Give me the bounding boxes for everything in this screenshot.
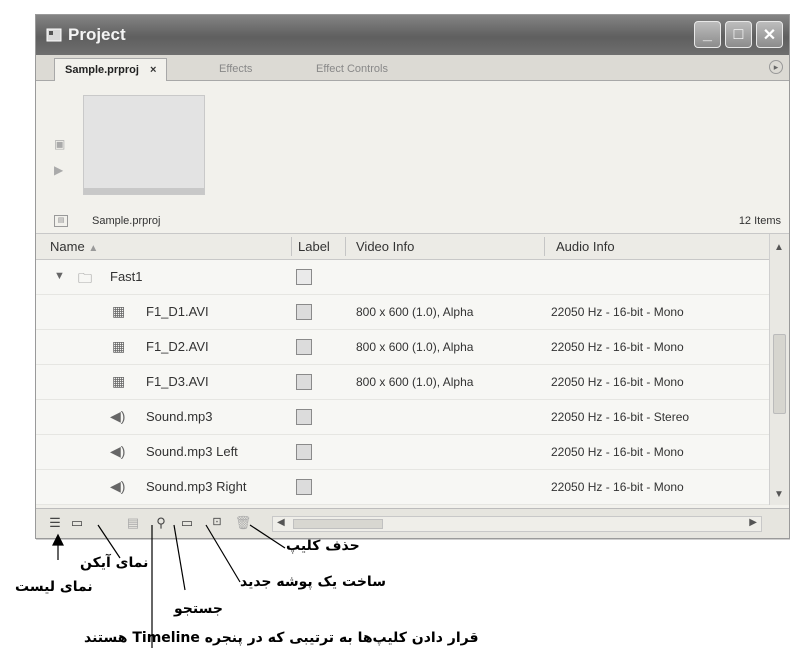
annotation-list-view: نمای لیست xyxy=(15,579,93,595)
annotation-automate: قرار دادن کلیپ‌ها به ترتیبی که در پنجره … xyxy=(84,630,479,646)
annotation-new-folder: ساخت یک پوشه جدید xyxy=(240,574,386,590)
annotation-search: جستجو xyxy=(174,601,223,617)
annotation-icon-view: نمای آیکن xyxy=(80,555,149,571)
annotation-delete-clip: حذف کلیپ xyxy=(286,538,360,554)
